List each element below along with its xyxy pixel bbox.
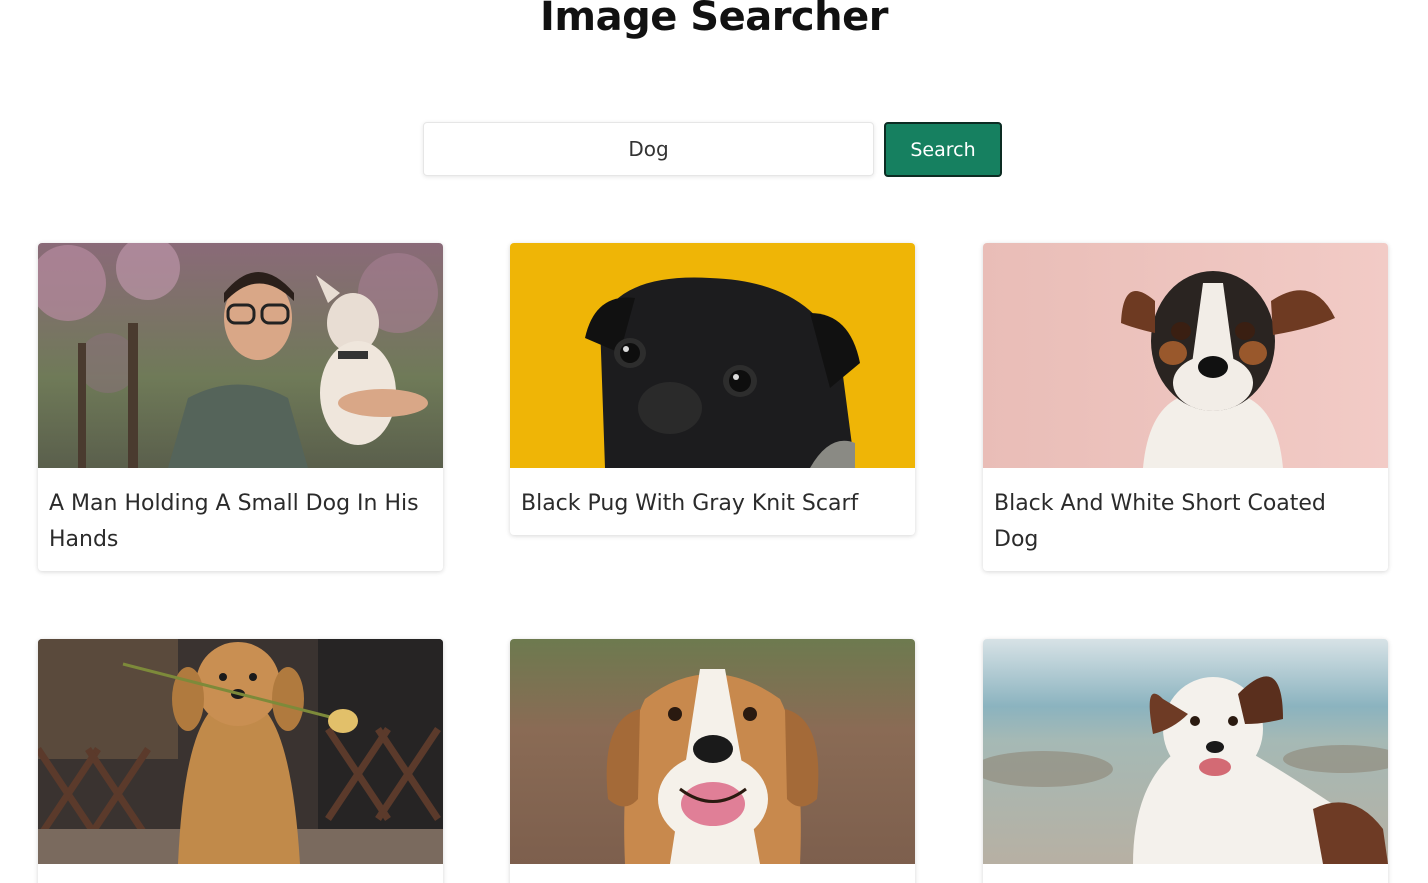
result-image-man-holding-dog[interactable] bbox=[38, 243, 443, 468]
result-card[interactable]: Black And White Short Coated Dog bbox=[983, 243, 1388, 571]
result-image-beagle[interactable] bbox=[510, 639, 915, 864]
result-caption: Black And White Short Coated Dog bbox=[994, 491, 1326, 552]
result-card[interactable] bbox=[983, 639, 1388, 883]
result-card[interactable]: A Man Holding A Small Dog In His Hands bbox=[38, 243, 443, 571]
result-image-terrier[interactable] bbox=[983, 243, 1388, 468]
result-caption bbox=[510, 864, 915, 883]
image-searcher-page: Image Searcher Search bbox=[0, 0, 1428, 883]
result-card[interactable]: Black Pug With Gray Knit Scarf bbox=[510, 243, 915, 535]
result-card[interactable] bbox=[38, 639, 443, 883]
result-image-golden-dog[interactable] bbox=[38, 639, 443, 864]
search-button[interactable]: Search bbox=[884, 122, 1002, 177]
search-input[interactable] bbox=[423, 122, 874, 176]
page-title: Image Searcher bbox=[540, 0, 888, 40]
result-caption bbox=[983, 864, 1388, 883]
result-image-black-pug[interactable] bbox=[510, 243, 915, 468]
result-caption: Black Pug With Gray Knit Scarf bbox=[521, 491, 859, 516]
result-card[interactable] bbox=[510, 639, 915, 883]
result-image-shepherd-beach[interactable] bbox=[983, 639, 1388, 864]
result-caption bbox=[38, 864, 443, 883]
result-caption: A Man Holding A Small Dog In His Hands bbox=[49, 491, 419, 552]
